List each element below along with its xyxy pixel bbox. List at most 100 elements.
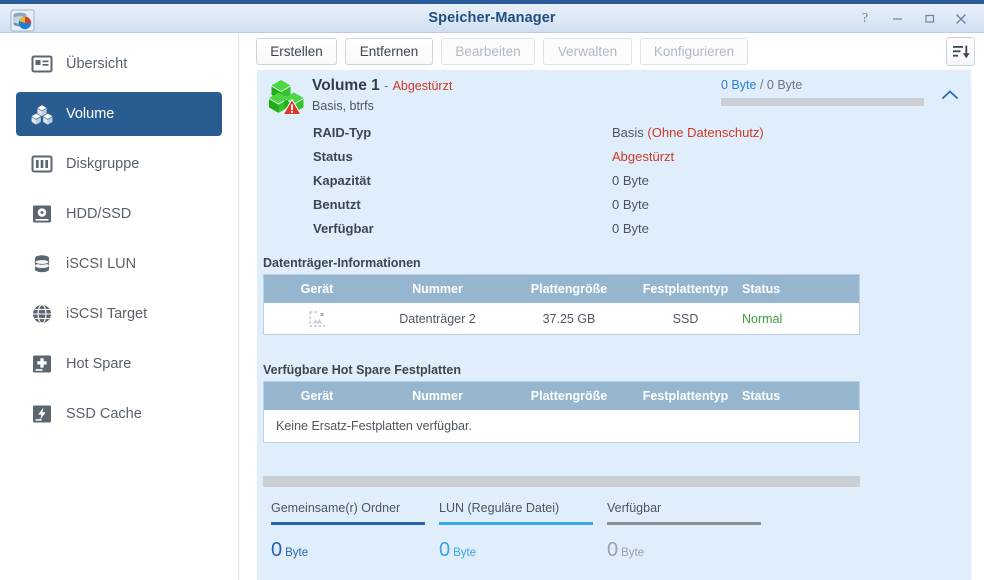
button-label: Bearbeiten [455,44,521,59]
sidebar-item-label: Volume [66,106,115,122]
table-header-row: Gerät Nummer Plattengröße Festplattentyp… [264,382,859,410]
title-bar[interactable]: Speicher-Manager ? [0,4,984,33]
summary-rule [439,522,593,525]
minimize-icon [892,18,902,20]
hotspare-table: Gerät Nummer Plattengröße Festplattentyp… [263,381,860,443]
column-header-geraet[interactable]: Gerät [264,389,370,403]
broken-image-icon [309,311,325,326]
button-label: Erstellen [270,44,323,59]
bearbeiten-button: Bearbeiten [441,38,535,65]
column-header-nummer[interactable]: Nummer [370,389,505,403]
close-icon [956,13,966,24]
button-label: Verwalten [557,44,618,59]
info-value-text: Basis [612,125,648,140]
info-label: Verfügbar [313,221,374,236]
volume-usage-bar [721,98,924,106]
info-value: 0 Byte [612,173,649,188]
sidebar-item-label: SSD Cache [66,406,142,422]
content-area: Erstellen Entfernen Bearbeiten Verwalten… [240,34,984,580]
maximize-button[interactable] [914,5,944,32]
info-value: Basis (Ohne Datenschutz) [612,125,764,140]
storage-manager-window: Speicher-Manager ? Übersicht Volume Disk… [0,0,984,580]
sidebar-item-hot-spare[interactable]: Hot Spare [16,342,222,386]
sidebar-list: Übersicht Volume Diskgruppe HDD/SSD iSCS… [0,34,238,436]
summary-columns: Gemeinsame(r) Ordner 0 Byte LUN (Reguläre… [263,494,863,574]
sidebar-item-iscsi-target[interactable]: iSCSI Target [16,292,222,336]
usage-total: 0 Byte [766,78,803,92]
table-header-row: Gerät Nummer Plattengröße Festplattentyp… [264,275,859,303]
info-label: Benutzt [313,197,361,212]
sidebar-item-volume[interactable]: Volume [16,92,222,136]
iscsi-target-icon [33,304,51,324]
sidebar-item-label: Übersicht [66,56,128,72]
hotspare-empty-message: Keine Ersatz-Festplatten verfügbar. [264,410,859,442]
toolbar: Erstellen Entfernen Bearbeiten Verwalten… [240,34,984,70]
summary-unit: Byte [621,547,645,559]
volume-name: Volume 1 [312,77,380,94]
sidebar-item-label: Diskgruppe [66,156,140,172]
summary-value: 0 [607,539,619,561]
sort-button[interactable] [946,37,975,66]
summary-value-wrap: 0 Byte [607,539,767,562]
summary-label: LUN (Reguläre Datei) [439,501,560,515]
summary-value-wrap: 0 Byte [271,539,431,562]
cell-plattengroesse: 37.25 GB [542,311,596,326]
info-value: 0 Byte [612,221,649,236]
summary-value: 0 [271,539,283,561]
volume-usage-text: 0 Byte / 0 Byte [721,78,802,92]
info-value: 0 Byte [612,197,649,212]
sidebar: Übersicht Volume Diskgruppe HDD/SSD iSCS… [0,34,239,580]
column-header-plattengroesse[interactable]: Plattengröße [505,389,633,403]
summary-unit: Byte [453,547,477,559]
info-value-note: (Ohne Datenschutz) [647,125,764,140]
volume-title: Volume 1 - Abgestürzt [312,77,452,95]
info-row: Status Abgestürzt [313,149,933,173]
usage-divider: / [759,78,764,92]
sidebar-item-diskgruppe[interactable]: Diskgruppe [16,142,222,186]
column-header-status[interactable]: Status [738,389,856,403]
info-row: Verfügbar 0 Byte [313,221,933,245]
info-value: Abgestürzt [612,149,675,164]
hotspare-table-title: Verfügbare Hot Spare Festplatten [263,363,461,377]
help-button[interactable]: ? [850,5,880,32]
sidebar-item-label: iSCSI LUN [66,256,137,272]
volume-crashed-icon [269,80,304,115]
summary-value: 0 [439,539,451,561]
column-header-status[interactable]: Status [738,282,856,296]
erstellen-button[interactable]: Erstellen [256,38,337,65]
sidebar-item-iscsi-lun[interactable]: iSCSI LUN [16,242,222,286]
cell-nummer: Datenträger 2 [399,311,476,326]
info-label: Status [313,149,353,164]
summary-value-wrap: 0 Byte [439,539,599,562]
column-header-nummer[interactable]: Nummer [370,282,505,296]
summary-column-available: Verfügbar 0 Byte [607,494,767,562]
sidebar-item-uebersicht[interactable]: Übersicht [16,42,222,86]
entfernen-button[interactable]: Entfernen [345,38,433,65]
chevron-up-icon [942,90,958,99]
summary-rule [271,522,425,525]
sidebar-item-label: iSCSI Target [66,306,148,322]
column-header-plattengroesse[interactable]: Plattengröße [505,282,633,296]
minimize-button[interactable] [882,5,912,32]
close-button[interactable] [946,5,976,32]
summary-label: Verfügbar [607,501,662,515]
collapse-button[interactable] [939,84,961,106]
table-row[interactable]: Datenträger 2 37.25 GB SSD Normal [264,303,859,334]
usage-used: 0 Byte [721,78,757,92]
column-header-festplattentyp[interactable]: Festplattentyp [633,282,738,296]
volume-icon [31,105,53,125]
summary-column-shared-folder: Gemeinsame(r) Ordner 0 Byte [271,494,431,562]
column-header-geraet[interactable]: Gerät [264,282,370,296]
volume-info-list: RAID-Typ Basis (Ohne Datenschutz) Status… [313,125,933,245]
disk-table-title: Datenträger-Informationen [263,256,421,270]
info-row: Kapazität 0 Byte [313,173,933,197]
diskgroup-icon [31,155,53,173]
sidebar-item-hdd-ssd[interactable]: HDD/SSD [16,192,222,236]
info-label: Kapazität [313,173,371,188]
sidebar-item-ssd-cache[interactable]: SSD Cache [16,392,222,436]
window-title: Speicher-Manager [428,10,556,26]
column-header-festplattentyp[interactable]: Festplattentyp [633,389,738,403]
summary-unit: Byte [285,547,309,559]
cell-geraet [264,311,370,327]
cell-status: Normal [742,311,783,326]
